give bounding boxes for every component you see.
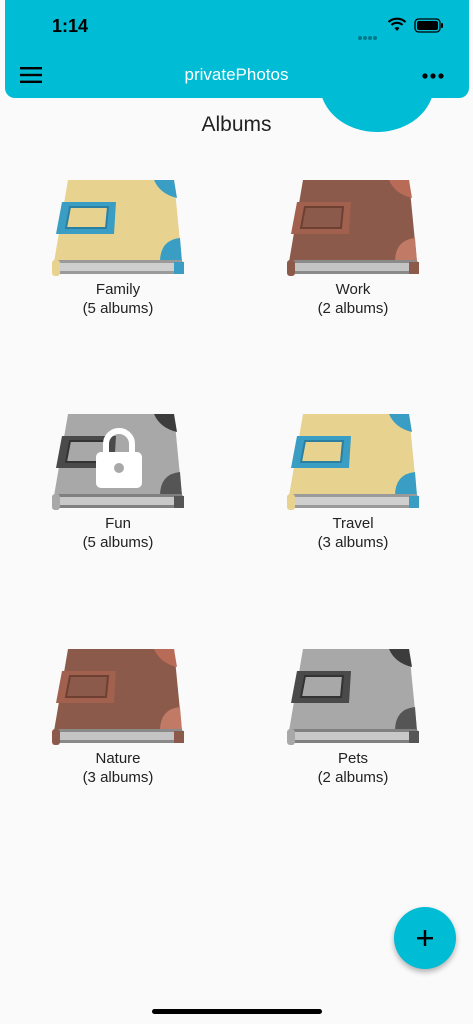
more-horizontal-icon[interactable] <box>422 72 444 80</box>
album-card-nature[interactable]: Nature (3 albums) <box>18 645 218 787</box>
status-bar: 1:14 <box>0 0 473 56</box>
plus-icon <box>417 930 433 946</box>
album-count: (5 albums) <box>82 300 154 317</box>
album-name: Fun <box>105 515 131 532</box>
battery-icon <box>414 18 443 33</box>
album-count: (5 albums) <box>82 534 154 551</box>
album-book-icon <box>287 414 419 510</box>
album-count: (3 albums) <box>317 534 389 551</box>
album-name: Family <box>95 281 141 298</box>
home-indicator[interactable] <box>152 1009 322 1014</box>
album-card-work[interactable]: Work (2 albums) <box>253 176 453 318</box>
album-book-icon <box>52 180 184 276</box>
album-count: (3 albums) <box>82 769 154 786</box>
album-card-travel[interactable]: Travel (3 albums) <box>253 410 453 552</box>
album-book-icon <box>287 649 419 745</box>
page-title: Albums <box>201 113 272 136</box>
wifi-icon <box>387 17 407 31</box>
status-time: 1:14 <box>52 16 89 36</box>
album-name: Nature <box>95 750 141 767</box>
app-title: privatePhotos <box>184 65 289 84</box>
add-album-button[interactable] <box>394 907 456 969</box>
album-card-fun[interactable]: Fun (5 albums) <box>18 410 218 552</box>
album-book-icon <box>52 414 184 510</box>
album-card-pets[interactable]: Pets (2 albums) <box>253 645 453 787</box>
album-book-icon <box>52 649 184 745</box>
album-card-family[interactable]: Family (5 albums) <box>18 176 218 318</box>
album-name: Work <box>335 281 371 298</box>
album-name: Travel <box>332 515 374 532</box>
album-count: (2 albums) <box>317 300 389 317</box>
album-count: (2 albums) <box>317 769 389 786</box>
album-name: Pets <box>337 750 368 767</box>
album-book-icon <box>287 180 419 276</box>
signal-icon <box>358 27 378 45</box>
